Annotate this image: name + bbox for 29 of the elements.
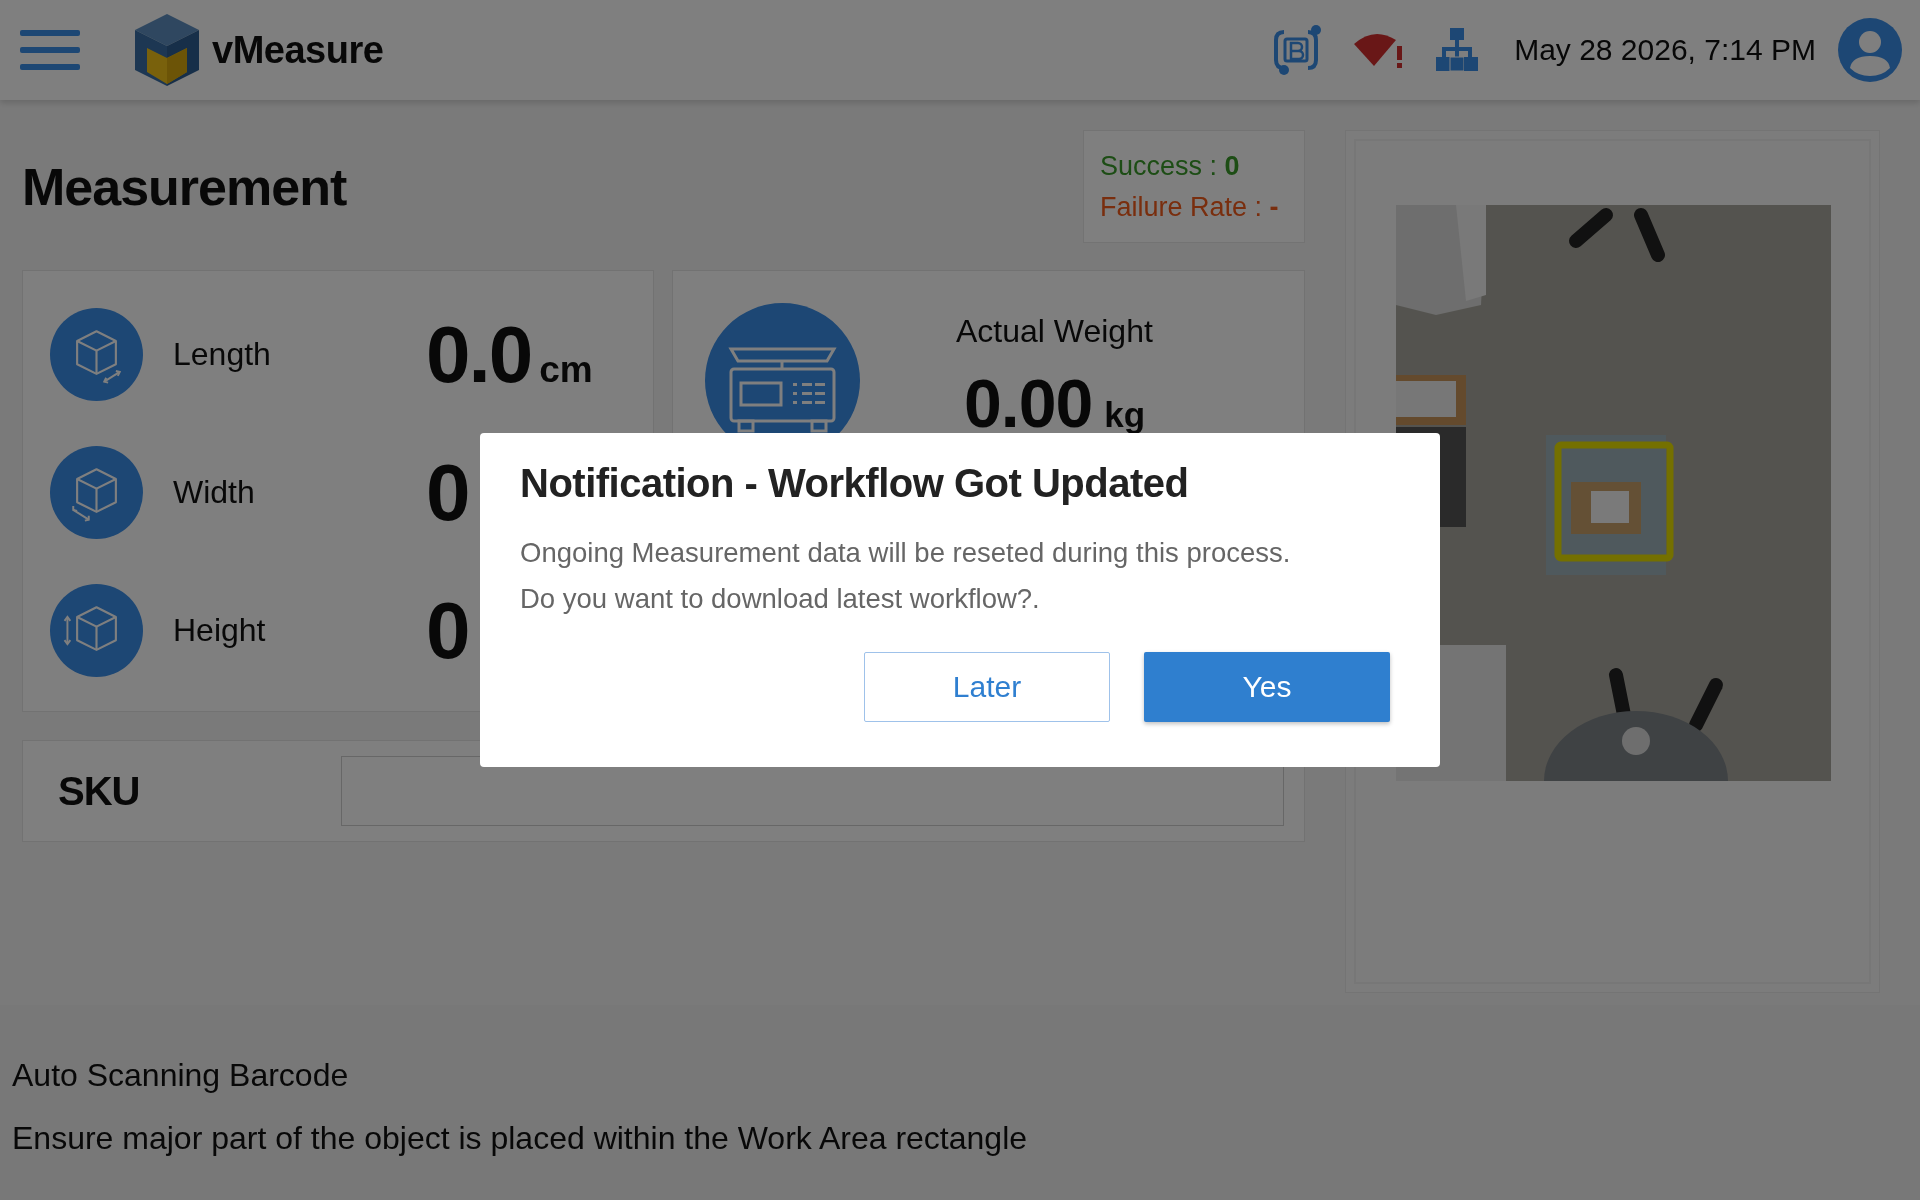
dismiss-button[interactable]: Later: [864, 652, 1110, 722]
weight-value: 0.00: [964, 364, 1093, 442]
unit-label: cm: [539, 348, 593, 391]
cube-icon: [50, 446, 143, 539]
network-icon[interactable]: [1436, 28, 1479, 72]
stat-text: Failure Rate : -: [1100, 191, 1280, 223]
cube-logo-icon: [133, 12, 201, 88]
date-time: May 28 2026, 7:14 PM: [1514, 33, 1816, 67]
instruction-text: Ensure major part of the object is placed within the Work Area rectangle: [12, 1120, 1029, 1157]
stat-text: Success : 0: [1100, 150, 1241, 182]
dimension-value: 0: [426, 446, 469, 539]
dialog-title: Notification - Workflow Got Updated: [520, 461, 1190, 506]
dimension-value: 0: [426, 584, 469, 677]
page-title: Measurement: [22, 156, 347, 217]
cube-icon: [50, 584, 143, 677]
instruction-text: Auto Scanning Barcode: [12, 1057, 350, 1094]
dimension-label: Width: [173, 474, 256, 511]
menu-icon[interactable]: [20, 28, 80, 72]
weight-label: Actual Weight: [956, 313, 1153, 350]
dialog-message: Ongoing Measurement data will be reseted during this process. Do you want to download latest workflow?.: [520, 536, 1292, 616]
unit-label: kg: [1104, 395, 1146, 435]
sku-label: SKU: [58, 768, 141, 814]
dimension-label: Height: [173, 612, 267, 649]
user-avatar-icon[interactable]: [1838, 18, 1902, 82]
dimension-value: 0.0: [426, 308, 532, 401]
dimension-label: Length: [173, 336, 272, 373]
app-name: vMeasure: [212, 28, 384, 72]
confirm-button[interactable]: Yes: [1144, 652, 1390, 722]
cube-icon: [50, 308, 143, 401]
